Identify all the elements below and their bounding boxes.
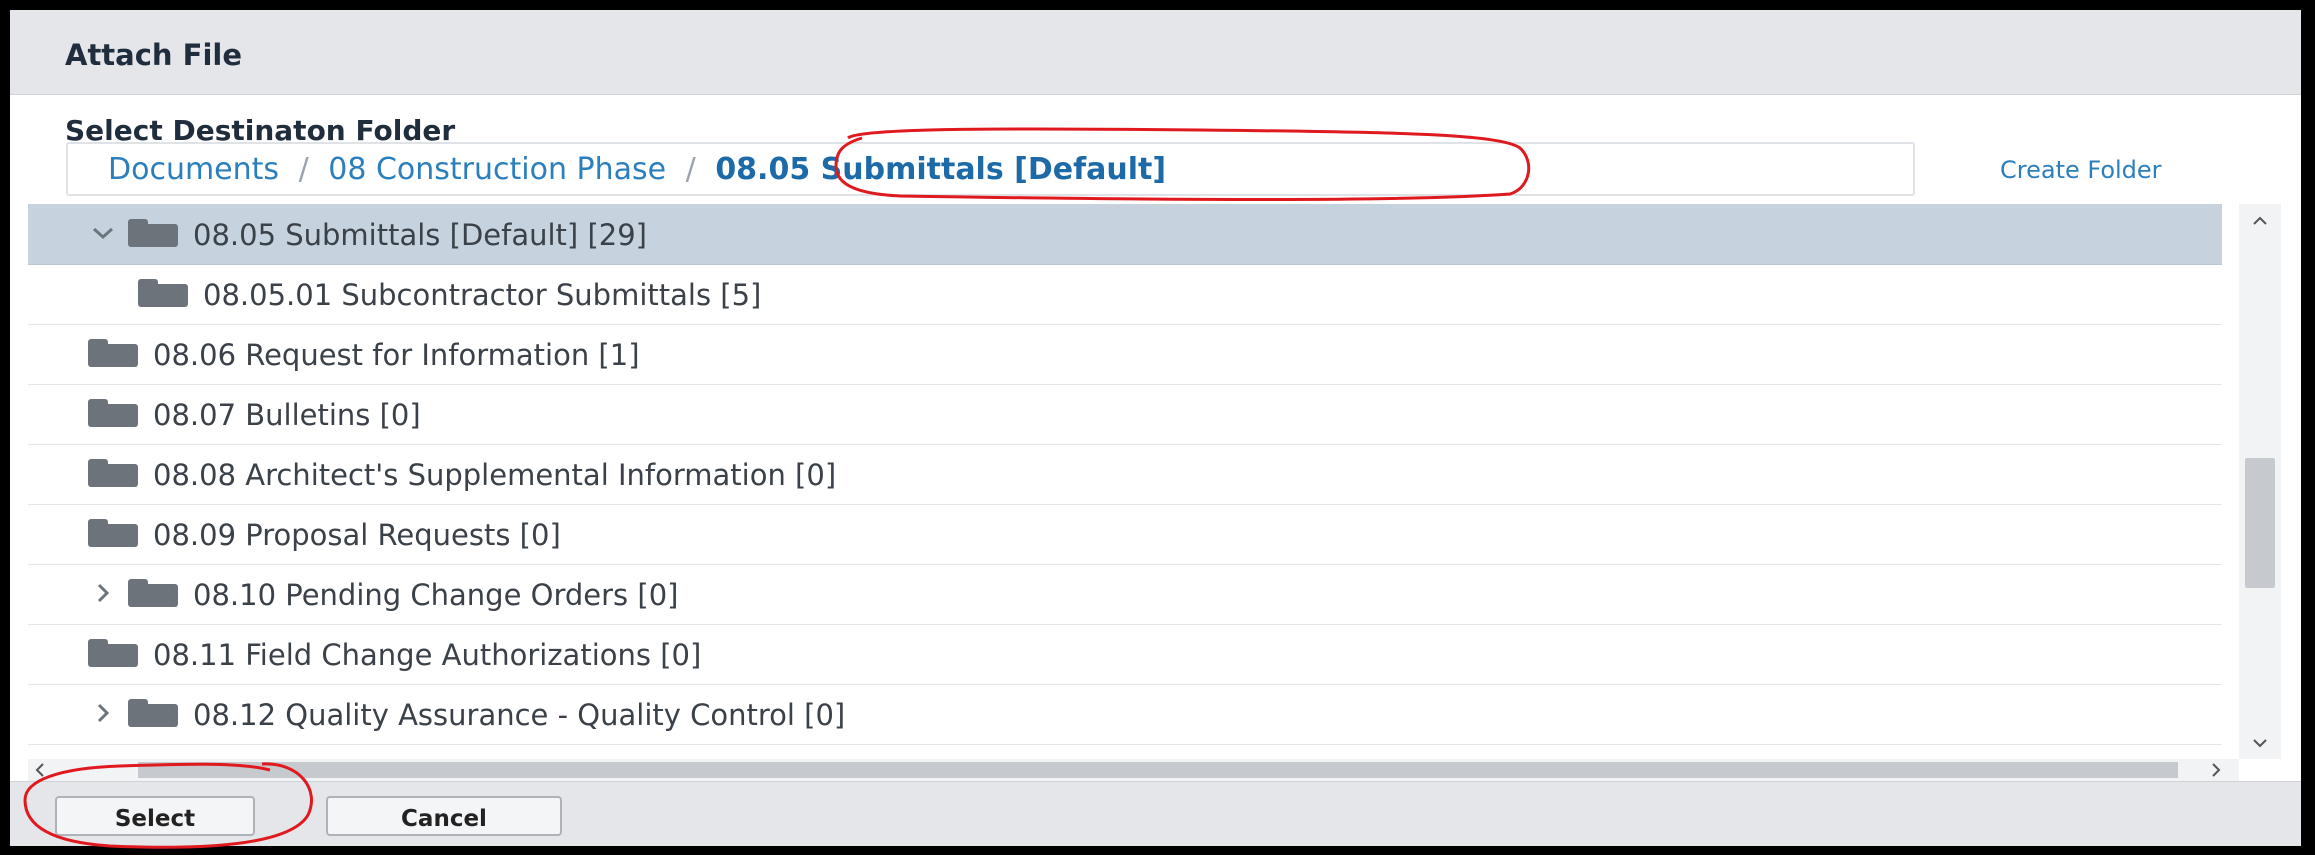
tree-row-label: 08.06 Request for Information [1]: [153, 338, 640, 372]
folder-icon: [128, 699, 178, 727]
vertical-scrollbar[interactable]: [2239, 204, 2281, 759]
tree-row-08-12[interactable]: 08.12 Quality Assurance - Quality Contro…: [28, 684, 2222, 745]
tree-row-label: 08.07 Bulletins [0]: [153, 398, 421, 432]
folder-icon: [138, 279, 188, 307]
chevron-down-icon[interactable]: [2249, 732, 2271, 754]
horizontal-scroll-thumb[interactable]: [138, 762, 2178, 778]
tree-row-08-08[interactable]: 08.08 Architect's Supplemental Informati…: [28, 444, 2222, 505]
tree-row-label: 08.10 Pending Change Orders [0]: [193, 578, 679, 612]
breadcrumb: Documents / 08 Construction Phase / 08.0…: [66, 142, 1915, 196]
cancel-button[interactable]: Cancel: [326, 796, 562, 836]
tree-row-08-05-01[interactable]: 08.05.01 Subcontractor Submittals [5]: [28, 264, 2222, 325]
tree-row-08-07[interactable]: 08.07 Bulletins [0]: [28, 384, 2222, 445]
folder-tree: 08.05 Submittals [Default] [29] 08.05.01…: [28, 204, 2239, 759]
folder-icon: [88, 519, 138, 547]
create-folder-link[interactable]: Create Folder: [2000, 156, 2162, 184]
dialog-title: Attach File: [65, 38, 243, 72]
folder-icon: [128, 219, 178, 247]
folder-icon: [128, 579, 178, 607]
dialog-header: Attach File: [10, 10, 2301, 95]
horizontal-scrollbar[interactable]: [28, 759, 2239, 781]
chevron-down-icon[interactable]: [90, 220, 116, 246]
tree-row-08-06[interactable]: 08.06 Request for Information [1]: [28, 324, 2222, 385]
breadcrumb-documents[interactable]: Documents: [108, 152, 279, 187]
breadcrumb-separator: /: [298, 152, 309, 187]
vertical-scroll-thumb[interactable]: [2245, 458, 2275, 588]
tree-row-label: 08.05.01 Subcontractor Submittals [5]: [203, 278, 762, 312]
select-button[interactable]: Select: [55, 796, 255, 836]
breadcrumb-current: 08.05 Submittals [Default]: [715, 152, 1167, 187]
breadcrumb-separator: /: [685, 152, 696, 187]
tree-row-label: 08.12 Quality Assurance - Quality Contro…: [193, 698, 846, 732]
tree-row-08-11[interactable]: 08.11 Field Change Authorizations [0]: [28, 624, 2222, 685]
tree-row-label: 08.08 Architect's Supplemental Informati…: [153, 458, 837, 492]
breadcrumb-construction-phase[interactable]: 08 Construction Phase: [328, 152, 666, 187]
chevron-right-icon[interactable]: [90, 580, 116, 606]
attach-file-dialog: Attach File Select Destinaton Folder Doc…: [10, 10, 2301, 846]
dialog-footer: Select Cancel: [10, 781, 2301, 846]
folder-icon: [88, 339, 138, 367]
tree-row-08-09[interactable]: 08.09 Proposal Requests [0]: [28, 504, 2222, 565]
folder-icon: [88, 399, 138, 427]
folder-icon: [88, 459, 138, 487]
chevron-right-icon[interactable]: [90, 700, 116, 726]
tree-row-08-05[interactable]: 08.05 Submittals [Default] [29]: [28, 204, 2222, 265]
tree-row-label: 08.11 Field Change Authorizations [0]: [153, 638, 702, 672]
chevron-up-icon[interactable]: [2249, 210, 2271, 232]
folder-icon: [88, 639, 138, 667]
tree-row-08-10[interactable]: 08.10 Pending Change Orders [0]: [28, 564, 2222, 625]
tree-row-label: 08.09 Proposal Requests [0]: [153, 518, 561, 552]
tree-row-label: 08.05 Submittals [Default] [29]: [193, 218, 647, 252]
